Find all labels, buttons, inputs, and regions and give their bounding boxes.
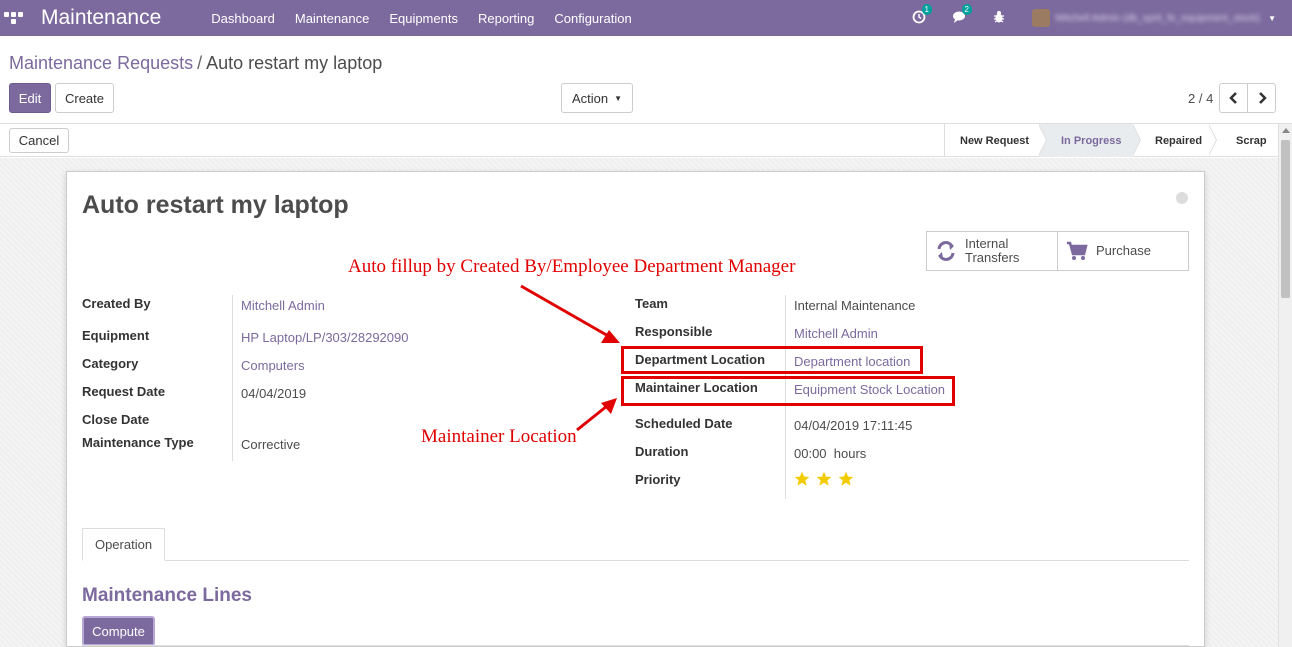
- section-title: Maintenance Lines: [82, 585, 252, 606]
- compute-button[interactable]: Compute: [82, 616, 155, 646]
- section-divider: [82, 645, 1189, 646]
- notebook-tab-bar: [82, 560, 1189, 561]
- tab-operation[interactable]: Operation: [82, 528, 165, 561]
- annotation-arrows: [520, 284, 620, 432]
